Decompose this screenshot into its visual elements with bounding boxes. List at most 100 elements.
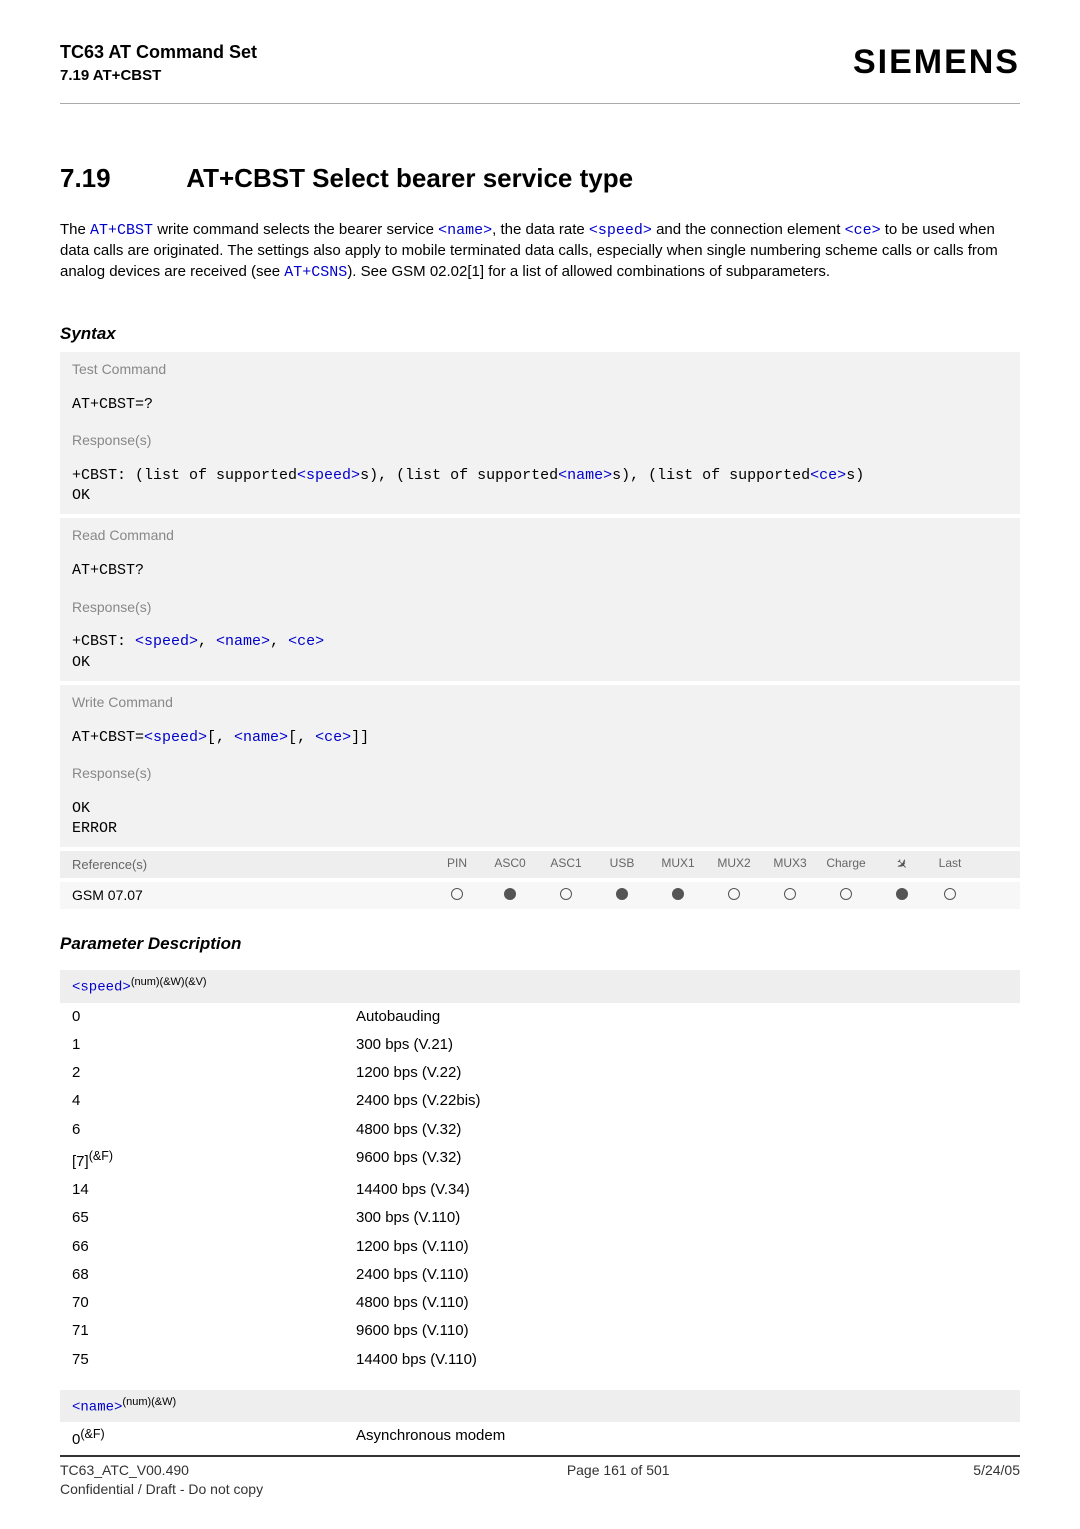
text: and the connection element — [652, 221, 845, 238]
response-label: Response(s) — [60, 756, 1020, 791]
doc-title: TC63 AT Command Set — [60, 40, 257, 64]
table-row: 65300 bps (V.110) — [60, 1204, 1020, 1232]
tag-speed-link[interactable]: <speed> — [297, 467, 360, 484]
param-name-table: 0(&F)Asynchronous modem — [60, 1422, 1020, 1454]
param-key: 68 — [60, 1261, 344, 1289]
table-row: 7514400 bps (V.110) — [60, 1346, 1020, 1374]
state-circle-icon — [840, 888, 852, 900]
state-circle-icon — [728, 888, 740, 900]
param-value: 4800 bps (V.32) — [344, 1116, 1020, 1144]
tag-name-link[interactable]: <name> — [216, 633, 270, 650]
param-value: 1200 bps (V.22) — [344, 1059, 1020, 1087]
param-key: 1 — [60, 1031, 344, 1059]
test-command-label: Test Command — [60, 352, 1020, 387]
read-command-label: Read Command — [60, 518, 1020, 553]
state-circle-icon — [944, 888, 956, 900]
text: ). See GSM 02.02[1] for a list of allowe… — [347, 263, 830, 280]
param-key-sup: (&F) — [80, 1427, 104, 1441]
intro-paragraph: The AT+CBST write command selects the be… — [60, 220, 1020, 299]
param-speed-band: <speed>(num)(&W)(&V) — [60, 970, 1020, 1003]
tag-speed-link[interactable]: <speed> — [135, 633, 198, 650]
param-desc-heading: Parameter Description — [60, 933, 1020, 956]
table-row: 21200 bps (V.22) — [60, 1059, 1020, 1087]
reference-label: Reference(s) — [72, 856, 432, 874]
col-asc0: ASC0 — [482, 855, 538, 874]
reference-body-row: GSM 07.07 — [60, 882, 1020, 909]
text: , — [198, 633, 216, 650]
test-response: +CBST: (list of supported<speed> s), (lis… — [60, 458, 1020, 515]
param-key: 71 — [60, 1317, 344, 1345]
tag-speed-link[interactable]: <speed> — [589, 222, 652, 239]
table-row: 682400 bps (V.110) — [60, 1261, 1020, 1289]
param-key: 6 — [60, 1116, 344, 1144]
param-key: 65 — [60, 1204, 344, 1232]
table-row: 0(&F)Asynchronous modem — [60, 1422, 1020, 1454]
text: +CBST: — [72, 467, 135, 484]
text: ]] — [351, 729, 369, 746]
table-row: 0Autobauding — [60, 1003, 1020, 1031]
col-usb: USB — [594, 855, 650, 874]
page-footer: TC63_ATC_V00.490 Confidential / Draft - … — [60, 1461, 1020, 1499]
tag-speed-link[interactable]: <speed> — [144, 729, 207, 746]
param-key: 2 — [60, 1059, 344, 1087]
col-mux3: MUX3 — [762, 855, 818, 874]
param-key: 70 — [60, 1289, 344, 1317]
param-value: 14400 bps (V.34) — [344, 1176, 1020, 1204]
state-circle-icon — [784, 888, 796, 900]
text: , — [270, 633, 288, 650]
tag-ce-link[interactable]: <ce> — [288, 633, 324, 650]
tag-name-link[interactable]: <name> — [72, 1400, 122, 1416]
table-row: 1300 bps (V.21) — [60, 1031, 1020, 1059]
reference-columns: PIN ASC0 ASC1 USB MUX1 MUX2 MUX3 Charge … — [432, 855, 1014, 874]
state-circle-icon — [504, 888, 516, 900]
state-circle-icon — [616, 888, 628, 900]
param-value: 14400 bps (V.110) — [344, 1346, 1020, 1374]
state-circle-icon — [451, 888, 463, 900]
page-header: TC63 AT Command Set 7.19 AT+CBST SIEMENS — [60, 40, 1020, 87]
brand-logo: SIEMENS — [853, 40, 1020, 86]
col-pin: PIN — [432, 855, 482, 874]
param-value: 4800 bps (V.110) — [344, 1289, 1020, 1317]
param-value: Asynchronous modem — [344, 1422, 1020, 1454]
param-speed-table: 0Autobauding1300 bps (V.21)21200 bps (V.… — [60, 1003, 1020, 1374]
reference-states — [432, 888, 1014, 904]
reference-name: GSM 07.07 — [72, 886, 432, 905]
tag-name-link[interactable]: <name> — [234, 729, 288, 746]
param-value: 2400 bps (V.22bis) — [344, 1087, 1020, 1115]
param-speed-sup: (num)(&W)(&V) — [131, 976, 207, 988]
tag-ce-link[interactable]: <ce> — [315, 729, 351, 746]
tag-ce-link[interactable]: <ce> — [845, 222, 881, 239]
text: s) — [846, 467, 864, 484]
tag-ce-link[interactable]: <ce> — [810, 467, 846, 484]
section-heading: 7.19 AT+CBST Select bearer service type — [60, 161, 1020, 196]
ok-text: OK — [72, 654, 90, 671]
text: s), (list of supported — [612, 467, 810, 484]
param-key: 4 — [60, 1087, 344, 1115]
col-mux2: MUX2 — [706, 855, 762, 874]
table-row: [7](&F)9600 bps (V.32) — [60, 1144, 1020, 1176]
param-name-sup: (num)(&W) — [122, 1396, 176, 1408]
col-last: Last — [930, 855, 970, 874]
text: , the data rate — [492, 221, 589, 238]
section-ref: 7.19 AT+CBST — [60, 66, 257, 86]
param-key: 14 — [60, 1176, 344, 1204]
test-command: AT+CBST=? — [60, 387, 1020, 423]
text: write command selects the bearer service — [153, 221, 438, 238]
table-row: 1414400 bps (V.34) — [60, 1176, 1020, 1204]
cmd-link-atcbst[interactable]: AT+CBST — [90, 222, 153, 239]
cmd-link-atcsns[interactable]: AT+CSNS — [284, 264, 347, 281]
tag-name-link[interactable]: <name> — [438, 222, 492, 239]
tag-name-link[interactable]: <name> — [558, 467, 612, 484]
footer-confidential: Confidential / Draft - Do not copy — [60, 1481, 263, 1497]
state-circle-icon — [896, 888, 908, 900]
read-response: +CBST: <speed>, <name>, <ce> OK — [60, 624, 1020, 681]
text: (list of supported — [135, 467, 297, 484]
footer-doc-id: TC63_ATC_V00.490 — [60, 1462, 189, 1478]
error-text: ERROR — [72, 820, 117, 837]
page: TC63 AT Command Set 7.19 AT+CBST SIEMENS… — [0, 0, 1080, 1529]
tag-speed-link[interactable]: <speed> — [72, 980, 131, 996]
text: AT+CBST= — [72, 729, 144, 746]
syntax-heading: Syntax — [60, 323, 1020, 346]
table-row: 42400 bps (V.22bis) — [60, 1087, 1020, 1115]
text: [, — [288, 729, 315, 746]
